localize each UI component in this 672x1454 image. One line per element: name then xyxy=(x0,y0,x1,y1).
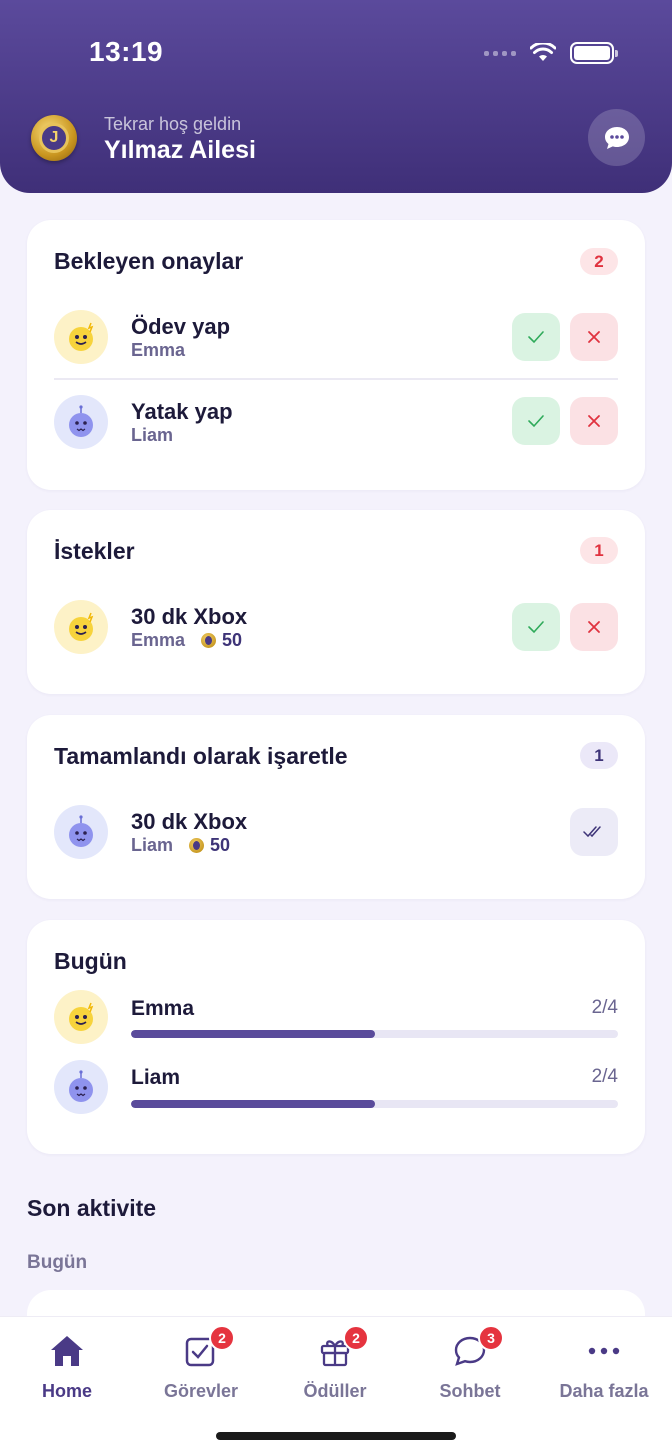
requests-count-badge: 1 xyxy=(580,537,618,564)
card-title: Bekleyen onaylar xyxy=(54,248,244,274)
request-meta: Emma 50 xyxy=(131,630,242,651)
avatar-liam xyxy=(54,805,108,859)
checklist-icon: 2 xyxy=(181,1325,235,1371)
gift-icon: 2 xyxy=(315,1325,369,1371)
avatar-emma xyxy=(54,600,108,654)
more-dots-icon xyxy=(584,1331,624,1371)
check-icon xyxy=(528,331,544,344)
coin-icon xyxy=(201,633,217,648)
wifi-icon xyxy=(530,43,556,61)
robot-face-icon xyxy=(69,405,93,437)
tab-more[interactable]: Daha fazla xyxy=(537,1331,671,1402)
chat-bubble-icon xyxy=(604,126,629,149)
messages-button[interactable] xyxy=(588,109,645,166)
greeting-subtitle: Tekrar hoş geldin xyxy=(104,114,242,134)
tasks-badge: 2 xyxy=(209,1325,235,1351)
child-name: Liam xyxy=(131,1066,181,1089)
status-icons xyxy=(484,42,618,64)
child-name: Liam xyxy=(131,835,174,855)
status-time: 13:19 xyxy=(89,36,164,67)
mark-done-button[interactable] xyxy=(570,808,618,856)
avatar-liam xyxy=(54,1060,108,1114)
double-check-icon xyxy=(583,826,601,838)
house-icon xyxy=(47,1331,87,1371)
task-title: Yatak yap xyxy=(131,399,233,424)
header: 13:19 J Tekrar hoş geldin Yılmaz Ailesi xyxy=(0,0,672,193)
family-name: Yılmaz Ailesi xyxy=(104,136,256,164)
request-title: 30 dk Xbox xyxy=(131,604,248,629)
today-card: Bugün Emma 2/4 Liam 2/4 xyxy=(27,920,645,1154)
task-title: Ödev yap xyxy=(131,314,231,339)
reject-button[interactable] xyxy=(570,313,618,361)
approve-button[interactable] xyxy=(512,313,560,361)
progress-count: 2/4 xyxy=(591,997,618,1018)
chat-bubble-icon: 3 xyxy=(450,1325,504,1371)
family-logo: J xyxy=(31,115,77,161)
home-indicator xyxy=(216,1432,456,1440)
tab-tasks[interactable]: 2 Görevler xyxy=(134,1325,268,1402)
tab-rewards[interactable]: 2 Ödüller xyxy=(268,1325,402,1402)
card-title: İstekler xyxy=(54,538,135,564)
child-name: Emma xyxy=(131,630,186,650)
activity-title: Son aktivite xyxy=(27,1195,157,1221)
card-title: Bugün xyxy=(54,948,127,974)
divider xyxy=(54,378,618,380)
progress-bar xyxy=(131,1030,618,1038)
pending-approvals-card: Bekleyen onaylar 2 Ödev yap Emma Yatak y… xyxy=(27,220,645,490)
reward-title: 30 dk Xbox xyxy=(131,809,248,834)
battery-icon xyxy=(570,42,618,64)
coin-icon xyxy=(189,838,205,853)
robot-face-icon xyxy=(69,1070,93,1102)
close-icon xyxy=(588,331,600,343)
mark-done-count-badge: 1 xyxy=(580,742,618,769)
robot-face-icon xyxy=(69,815,93,847)
rewards-badge: 2 xyxy=(343,1325,369,1351)
check-icon xyxy=(528,415,544,428)
tab-home[interactable]: Home xyxy=(0,1331,134,1402)
coin-amount: 50 xyxy=(210,835,231,855)
progress-fill xyxy=(131,1100,375,1108)
sun-face-icon xyxy=(69,1002,94,1031)
sun-face-icon xyxy=(69,322,94,351)
child-name: Emma xyxy=(131,997,195,1020)
check-icon xyxy=(528,621,544,634)
reject-button[interactable] xyxy=(570,603,618,651)
approve-button[interactable] xyxy=(512,397,560,445)
avatar-emma xyxy=(54,310,108,364)
tab-chat[interactable]: 3 Sohbet xyxy=(403,1325,537,1402)
progress-bar xyxy=(131,1100,618,1108)
progress-fill xyxy=(131,1030,375,1038)
child-name: Emma xyxy=(131,340,186,360)
signal-icon xyxy=(484,50,516,56)
requests-card: İstekler 1 30 dk Xbox Emma 50 xyxy=(27,510,645,694)
avatar-liam xyxy=(54,395,108,449)
activity-day-label: Bugün xyxy=(27,1252,88,1273)
mark-done-card: Tamamlandı olarak işaretle 1 30 dk Xbox … xyxy=(27,715,645,899)
coin-amount: 50 xyxy=(222,630,243,650)
reward-meta: Liam 50 xyxy=(131,835,230,856)
close-icon xyxy=(588,621,600,633)
progress-count: 2/4 xyxy=(591,1066,618,1087)
close-icon xyxy=(588,415,600,427)
pending-count-badge: 2 xyxy=(580,248,618,275)
avatar-emma xyxy=(54,990,108,1044)
approve-button[interactable] xyxy=(512,603,560,651)
reject-button[interactable] xyxy=(570,397,618,445)
chat-badge: 3 xyxy=(478,1325,504,1351)
child-name: Liam xyxy=(131,425,174,445)
sun-face-icon xyxy=(69,612,94,641)
card-title: Tamamlandı olarak işaretle xyxy=(54,743,348,769)
